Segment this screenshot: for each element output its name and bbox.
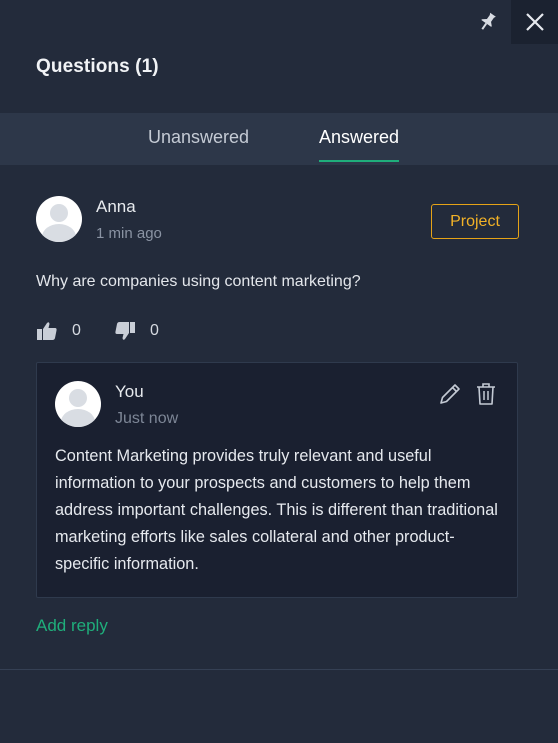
tab-answered[interactable]: Answered [319, 127, 400, 162]
reply-text: Content Marketing provides truly relevan… [55, 447, 498, 573]
downvote-button[interactable]: 0 [114, 321, 159, 341]
pencil-icon [440, 384, 460, 404]
pin-icon [481, 12, 496, 30]
pin-button[interactable] [470, 6, 506, 38]
question-author: Anna [96, 197, 136, 216]
avatar [36, 196, 82, 242]
avatar [55, 381, 101, 427]
question-text: Why are companies using content marketin… [36, 273, 361, 290]
add-reply-link[interactable]: Add reply [36, 616, 108, 636]
close-button[interactable] [511, 0, 558, 44]
tab-bar: Unanswered Answered [0, 113, 558, 165]
divider [0, 669, 558, 670]
panel-title: Questions (1) [36, 56, 159, 77]
panel-header-bar [0, 0, 558, 44]
upvote-button[interactable]: 0 [36, 321, 81, 341]
reply-author: You [115, 382, 144, 401]
question-timestamp: 1 min ago [96, 225, 162, 242]
downvote-count: 0 [150, 322, 159, 339]
reply-timestamp: Just now [115, 410, 179, 427]
upvote-count: 0 [72, 322, 81, 339]
tab-unanswered[interactable]: Unanswered [148, 127, 249, 160]
reply-card: You Just now Content Marketing provides … [36, 362, 518, 598]
thumbs-up-icon [37, 322, 57, 340]
project-button[interactable]: Project [431, 204, 519, 239]
trash-icon [477, 383, 495, 405]
delete-reply-button[interactable] [473, 381, 499, 407]
thumbs-down-icon [115, 322, 135, 340]
close-icon [525, 13, 544, 31]
edit-reply-button[interactable] [437, 381, 463, 407]
